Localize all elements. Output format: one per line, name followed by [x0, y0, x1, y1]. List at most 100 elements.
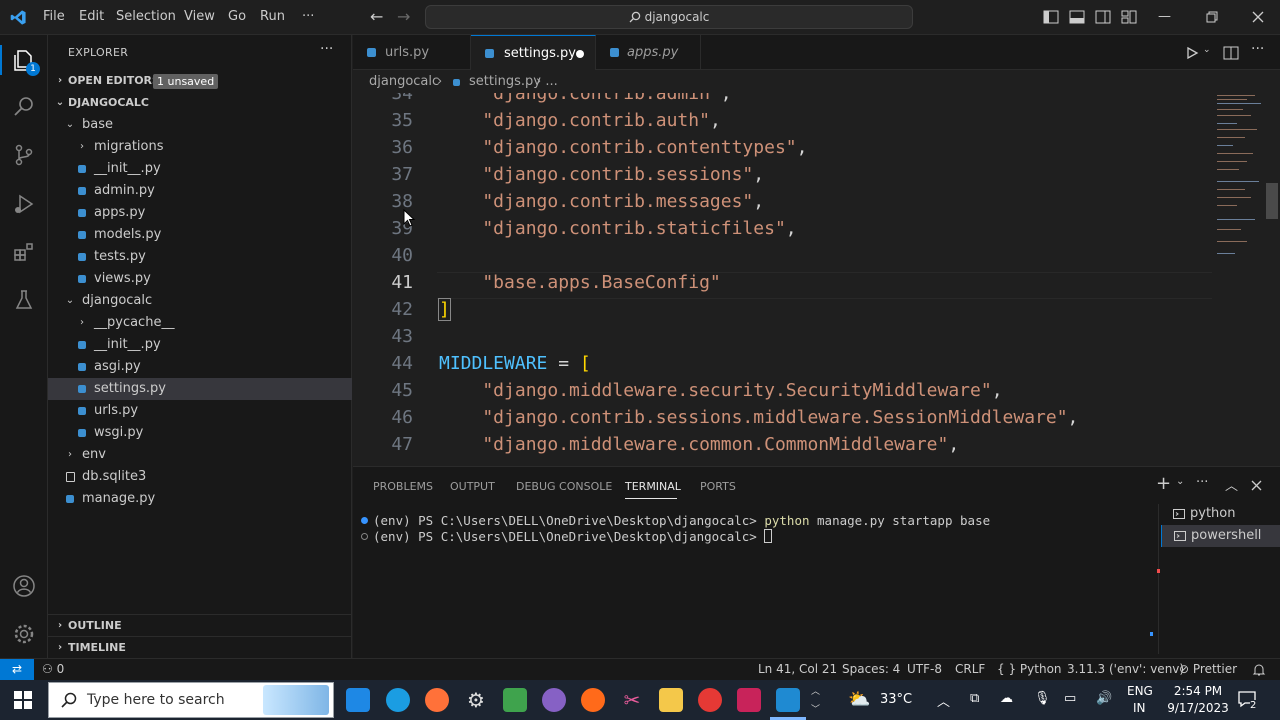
clock-time[interactable]: 2:54 PM: [1170, 684, 1226, 698]
tree-item[interactable]: models.py: [48, 224, 352, 246]
menu-view[interactable]: View: [184, 9, 215, 24]
tab-settings[interactable]: settings.py: [471, 35, 596, 70]
remote-indicator-icon[interactable]: ⇄: [0, 659, 34, 681]
new-terminal-plus-icon[interactable]: +: [1156, 473, 1171, 494]
tree-item[interactable]: urls.py: [48, 400, 352, 422]
tree-item[interactable]: tests.py: [48, 246, 352, 268]
close-window-icon[interactable]: [1250, 9, 1266, 25]
panel-more-icon[interactable]: ···: [1196, 475, 1208, 490]
tab-ports[interactable]: PORTS: [700, 480, 736, 493]
editor-scrollbar[interactable]: [1266, 183, 1278, 219]
python-interpreter-status[interactable]: 3.11.3 ('env': venv): [1067, 662, 1184, 676]
tree-item[interactable]: __init__.py: [48, 158, 352, 180]
notification-count[interactable]: 2: [1250, 700, 1257, 711]
open-editors-section[interactable]: › OPEN EDITORS 1 unsaved: [48, 70, 352, 92]
menu-file[interactable]: File: [43, 9, 65, 24]
menu-more[interactable]: ···: [302, 9, 314, 24]
search-icon[interactable]: [12, 95, 36, 119]
toggle-panel-icon[interactable]: [1069, 9, 1085, 25]
language-status[interactable]: { } Python: [997, 662, 1062, 676]
cursor-position[interactable]: Ln 41, Col 21: [758, 662, 837, 676]
battery-icon[interactable]: ▭: [1064, 691, 1076, 706]
breadcrumb-folder[interactable]: djangocalc: [369, 71, 439, 93]
source-control-icon[interactable]: [12, 143, 36, 167]
chrome-browser-icon[interactable]: [698, 688, 722, 712]
menu-run[interactable]: Run: [260, 9, 285, 24]
menu-go[interactable]: Go: [228, 9, 246, 24]
tree-item[interactable]: db.sqlite3: [48, 466, 352, 488]
tree-item[interactable]: asgi.py: [48, 356, 352, 378]
tab-debug-console[interactable]: DEBUG CONSOLE: [516, 480, 612, 493]
tray-app-icon[interactable]: ⧉: [970, 691, 979, 706]
maximize-panel-chevron-up-icon[interactable]: ︿: [1225, 475, 1238, 494]
restore-icon[interactable]: [1204, 9, 1220, 25]
testing-icon[interactable]: [12, 288, 36, 312]
tree-item[interactable]: settings.py: [48, 378, 352, 400]
tree-item[interactable]: __init__.py: [48, 334, 352, 356]
weather-cloud-icon[interactable]: ⛅: [848, 689, 870, 710]
paint-app-icon[interactable]: [581, 688, 605, 712]
settings-gear-icon[interactable]: [12, 622, 36, 646]
windows-start-icon[interactable]: [14, 691, 32, 709]
menu-edit[interactable]: Edit: [79, 9, 104, 24]
problems-status[interactable]: ⚇ 0: [42, 662, 64, 676]
input-language-line2[interactable]: IN: [1133, 701, 1146, 715]
terminal-list-python[interactable]: python: [1161, 503, 1280, 525]
explorer-more-button[interactable]: ···: [320, 41, 333, 57]
code-editor[interactable]: 34 "django.contrib.admin", 35 "django.con…: [353, 93, 1213, 465]
tree-item[interactable]: wsgi.py: [48, 422, 352, 444]
run-dropdown-chevron-icon[interactable]: ⌄: [1203, 45, 1211, 55]
tree-item[interactable]: ⌄ djangocalc: [48, 290, 352, 312]
forward-arrow-icon[interactable]: →: [397, 7, 413, 26]
edge-browser-icon[interactable]: [386, 688, 410, 712]
run-file-icon[interactable]: [1185, 46, 1199, 60]
command-center-search[interactable]: djangocalc: [425, 5, 913, 29]
scroll-down-chevron-icon[interactable]: ﹀: [811, 702, 820, 715]
editor-more-icon[interactable]: ···: [1251, 41, 1264, 57]
tree-item[interactable]: manage.py: [48, 488, 352, 510]
input-language-line1[interactable]: ENG: [1127, 684, 1153, 698]
indentation-status[interactable]: Spaces: 4: [842, 662, 900, 676]
notifications-bell-icon[interactable]: [1252, 663, 1266, 677]
toggle-sidebar-icon[interactable]: [1043, 9, 1059, 25]
tree-item[interactable]: › env: [48, 444, 352, 466]
timeline-section[interactable]: › TIMELINE: [48, 636, 352, 658]
tab-terminal[interactable]: TERMINAL: [625, 480, 681, 493]
minimap[interactable]: [1213, 93, 1265, 465]
breadcrumb-file[interactable]: settings.py: [469, 71, 541, 93]
split-editor-icon[interactable]: [1223, 45, 1239, 61]
clipchamp-icon[interactable]: [737, 688, 761, 712]
tab-urls[interactable]: urls.py: [353, 35, 471, 70]
settings-gear-icon[interactable]: ⚙: [464, 688, 488, 712]
menu-selection[interactable]: Selection: [116, 9, 176, 24]
run-debug-icon[interactable]: [12, 192, 36, 216]
toggle-secondary-sidebar-icon[interactable]: [1095, 9, 1111, 25]
onedrive-cloud-icon[interactable]: ☁: [1000, 691, 1013, 706]
terminal-dropdown-chevron-icon[interactable]: ⌄: [1176, 476, 1184, 487]
customize-layout-icon[interactable]: [1121, 9, 1137, 25]
back-arrow-icon[interactable]: ←: [370, 7, 386, 26]
unsaved-dot-icon[interactable]: [576, 50, 584, 58]
microphone-icon[interactable]: 🎙: [1034, 691, 1051, 706]
terminal-list-powershell[interactable]: powershell: [1161, 525, 1280, 547]
scroll-up-chevron-icon[interactable]: ︿: [811, 684, 820, 697]
tree-item[interactable]: › migrations: [48, 136, 352, 158]
eol-status[interactable]: CRLF: [955, 662, 985, 676]
close-panel-icon[interactable]: [1251, 480, 1262, 491]
taskbar-search-box[interactable]: Type here to search: [48, 682, 334, 718]
tree-item[interactable]: › __pycache__: [48, 312, 352, 334]
terminal-output[interactable]: (env) PS C:\Users\DELL\OneDrive\Desktop\…: [353, 511, 1153, 651]
project-root[interactable]: ⌄ DJANGOCALC: [48, 92, 352, 114]
tray-overflow-chevron-icon[interactable]: ︿: [937, 691, 950, 710]
file-explorer-icon[interactable]: [659, 688, 683, 712]
extensions-icon[interactable]: [12, 240, 36, 264]
clock-date[interactable]: 9/17/2023: [1163, 701, 1233, 715]
mail-app-icon[interactable]: [346, 688, 370, 712]
encoding-status[interactable]: UTF-8: [907, 662, 942, 676]
copilot-app-icon[interactable]: [542, 688, 566, 712]
outline-section[interactable]: › OUTLINE: [48, 614, 352, 636]
account-icon[interactable]: [12, 574, 36, 598]
weather-temperature[interactable]: 33°C: [880, 692, 912, 707]
firefox-icon[interactable]: [425, 688, 449, 712]
tree-item[interactable]: ⌄ base: [48, 114, 352, 136]
